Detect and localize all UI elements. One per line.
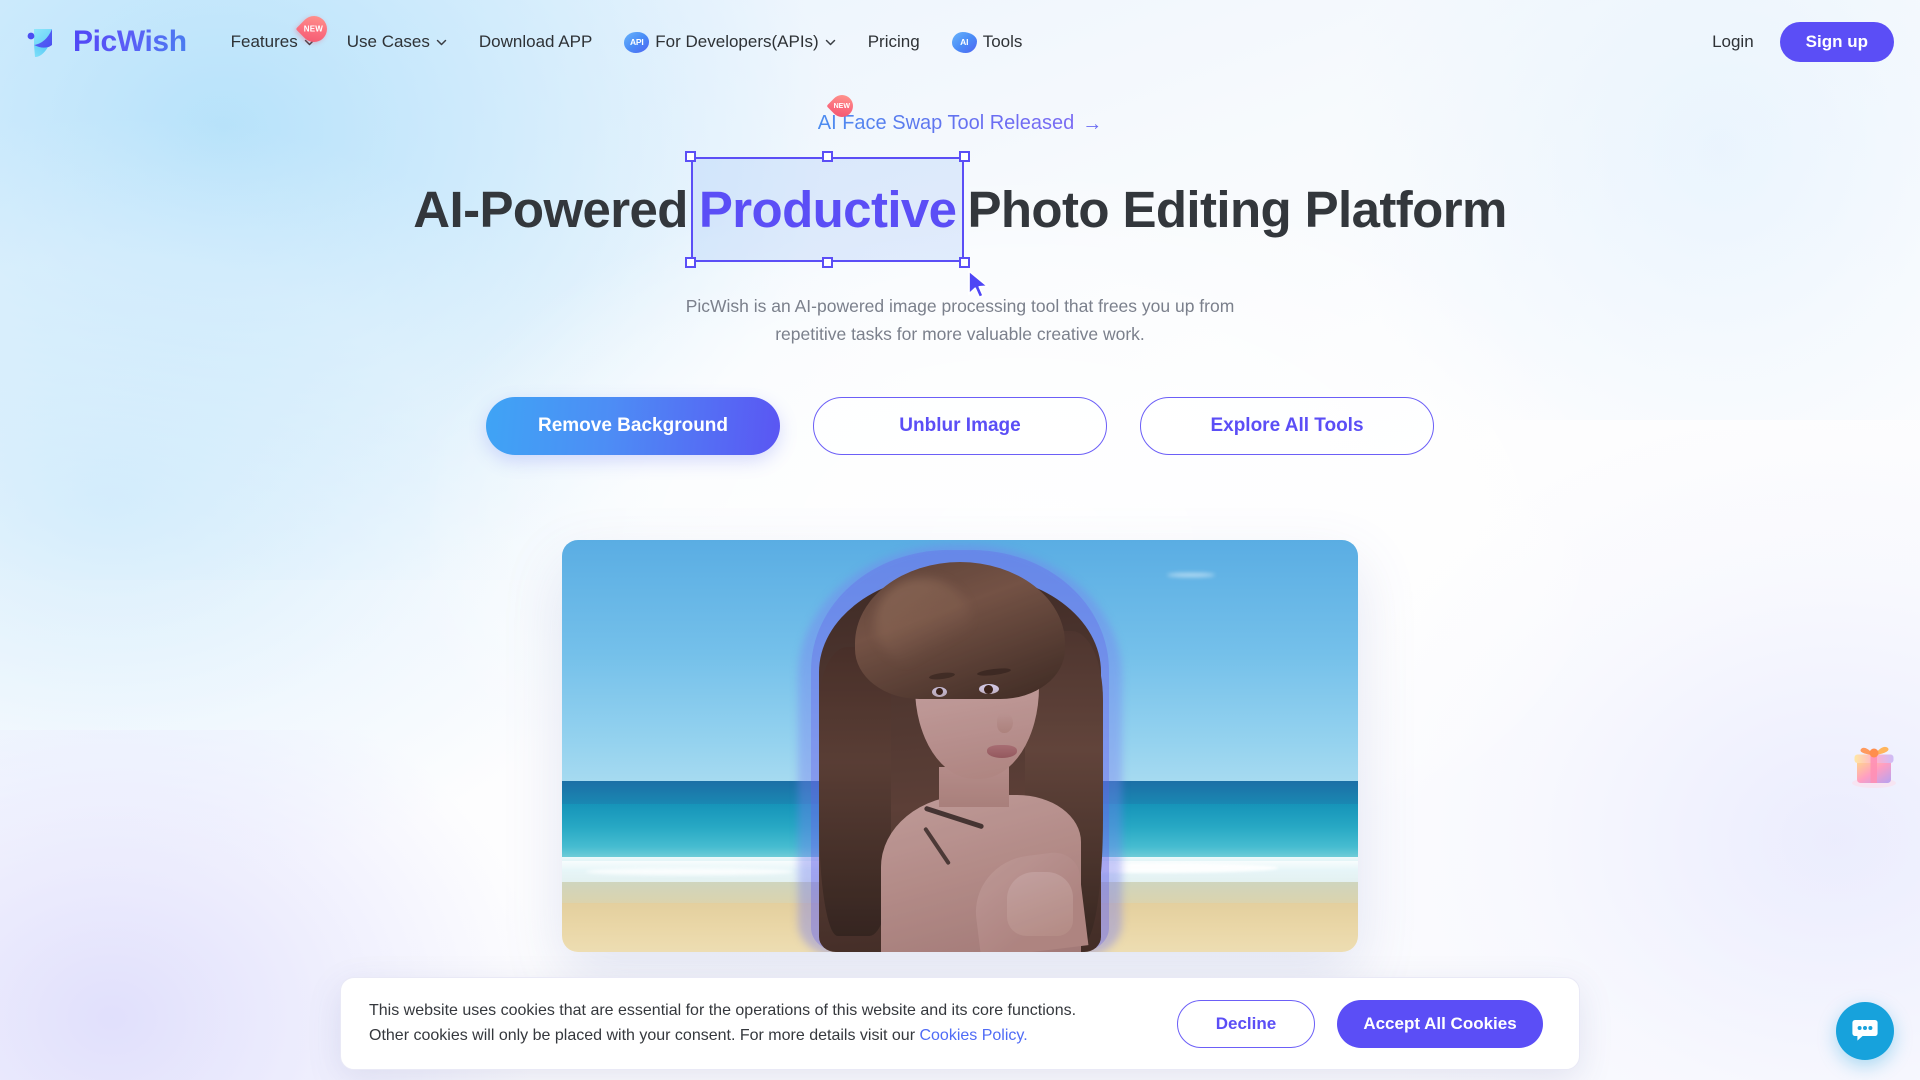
nav-label-use-cases: Use Cases [346, 32, 430, 51]
ai-gear-icon: AI [951, 31, 977, 53]
cloud-wisp [1166, 572, 1215, 578]
nav-label-download-app: Download APP [478, 32, 593, 51]
selection-handle-top-center[interactable] [822, 151, 834, 162]
nav-item-tools[interactable]: AI Tools [936, 22, 1039, 63]
portrait-subject [798, 545, 1122, 952]
cookie-message-line2: Other cookies will only be placed with y… [369, 1026, 920, 1044]
cookies-policy-link[interactable]: Cookies Policy. [919, 1027, 1027, 1044]
selection-handle-top-right[interactable] [959, 151, 971, 162]
chevron-down-icon [825, 37, 836, 48]
unblur-image-button[interactable]: Unblur Image [813, 397, 1107, 455]
selection-handle-bottom-center[interactable] [822, 257, 834, 269]
nav-item-pricing[interactable]: Pricing [852, 22, 936, 62]
signup-button[interactable]: Sign up [1779, 22, 1894, 62]
headline-part-after: Photo Editing Platform [967, 181, 1507, 238]
announcement-link[interactable]: NEW AI Face Swap Tool Released → [817, 90, 1103, 135]
cookie-message: This website uses cookies that are essen… [369, 999, 1153, 1049]
nav-item-use-cases[interactable]: Use Cases [331, 22, 463, 62]
brand-name: PicWish [73, 25, 187, 58]
remove-background-button[interactable]: Remove Background [486, 397, 780, 455]
hero-cta-row: Remove Background Unblur Image Explore A… [0, 397, 1920, 455]
gift-box-icon[interactable] [1846, 735, 1902, 791]
mouse-cursor-icon [966, 254, 992, 299]
explore-all-tools-button[interactable]: Explore All Tools [1140, 397, 1434, 455]
cookie-message-line1: This website uses cookies that are essen… [369, 1001, 1077, 1019]
brand-logo[interactable]: PicWish [22, 21, 187, 63]
new-badge-label: NEW [304, 24, 324, 34]
login-link[interactable]: Login [1712, 32, 1754, 52]
chat-bubble-icon [1850, 1014, 1880, 1049]
hero-subtitle: PicWish is an AI-powered image processin… [685, 296, 1235, 345]
wave-crest-left [585, 867, 793, 875]
site-header: PicWish Features NEW Use Cases Download … [0, 0, 1920, 84]
page-title: AI-Powered Productive Photo Editing Platfo… [0, 151, 1920, 299]
cookie-consent-banner: This website uses cookies that are essen… [340, 977, 1580, 1070]
new-badge-features: NEW [295, 10, 333, 48]
chat-support-button[interactable] [1836, 1002, 1894, 1060]
decline-cookies-button[interactable]: Decline [1177, 999, 1315, 1048]
new-badge-label: NEW [833, 102, 850, 110]
nav-label-pricing: Pricing [867, 32, 920, 51]
announcement-bar: NEW AI Face Swap Tool Released → [0, 90, 1920, 135]
announcement-text: AI Face Swap Tool Released [817, 112, 1075, 134]
headline-selection-group[interactable]: Productive [684, 151, 989, 299]
selection-handle-bottom-left[interactable] [684, 257, 696, 269]
header-actions: Login Sign up [1712, 22, 1894, 62]
arrow-right-icon: → [1082, 112, 1103, 135]
accept-all-cookies-button[interactable]: Accept All Cookies [1337, 999, 1543, 1048]
nav-item-for-developers[interactable]: API For Developers(APIs) [608, 22, 851, 63]
nav-label-features: Features [230, 32, 298, 51]
picwish-bird-logo-icon [22, 21, 64, 63]
nav-label-for-developers: For Developers(APIs) [655, 32, 819, 51]
hero-showcase-image [562, 540, 1358, 952]
main-navigation: Features NEW Use Cases Download APP API … [215, 10, 1039, 63]
chevron-down-icon [436, 37, 447, 48]
headline-selected-word: Productive [698, 181, 957, 238]
headline-part-before: AI-Powered [413, 181, 688, 238]
nav-label-tools: Tools [982, 32, 1023, 51]
api-icon: API [624, 31, 650, 53]
cookie-actions: Decline Accept All Cookies [1177, 999, 1543, 1048]
nav-item-download-app[interactable]: Download APP [463, 22, 608, 62]
selection-mask-tint [811, 550, 1109, 952]
selection-handle-top-left[interactable] [684, 151, 696, 162]
nav-item-features[interactable]: Features NEW [215, 10, 333, 62]
